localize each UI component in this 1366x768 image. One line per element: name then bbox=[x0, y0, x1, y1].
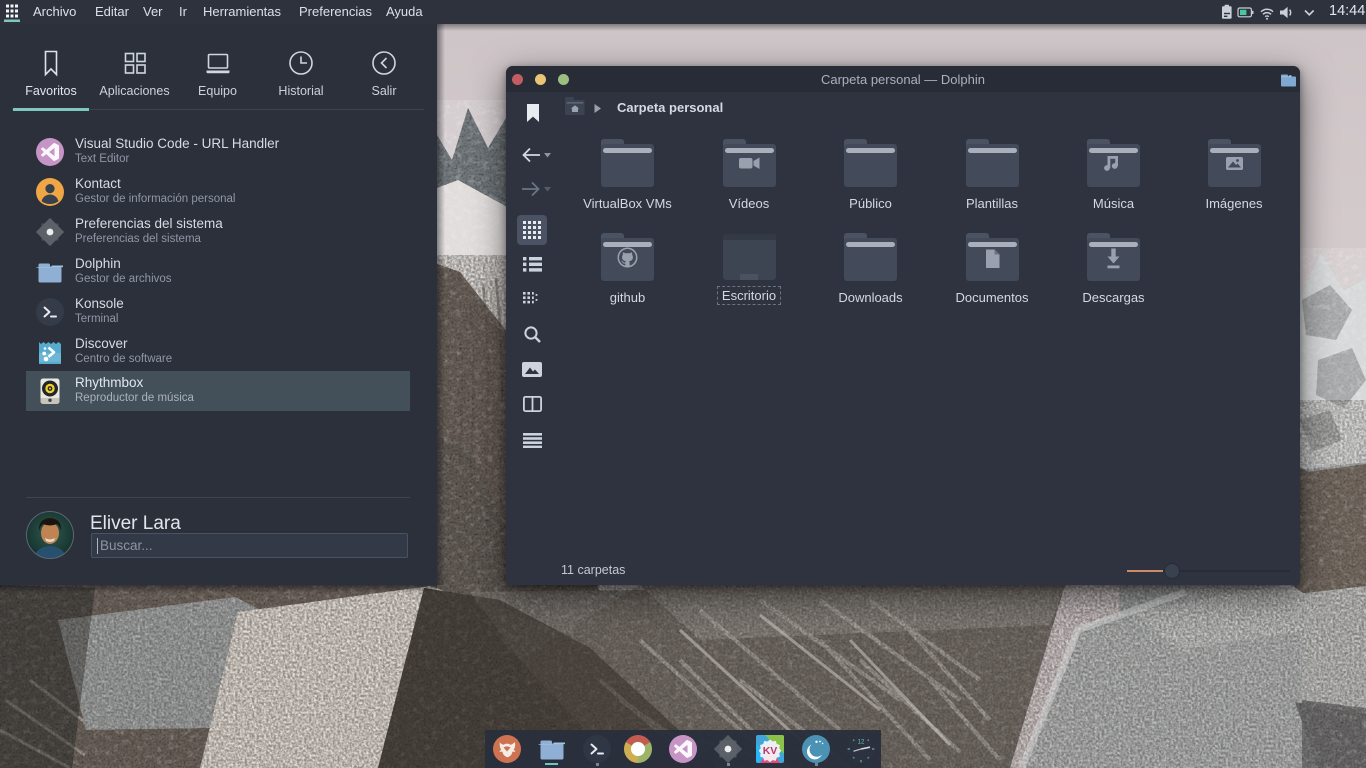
svg-text:KV: KV bbox=[763, 745, 778, 757]
svg-text:12: 12 bbox=[858, 740, 865, 746]
